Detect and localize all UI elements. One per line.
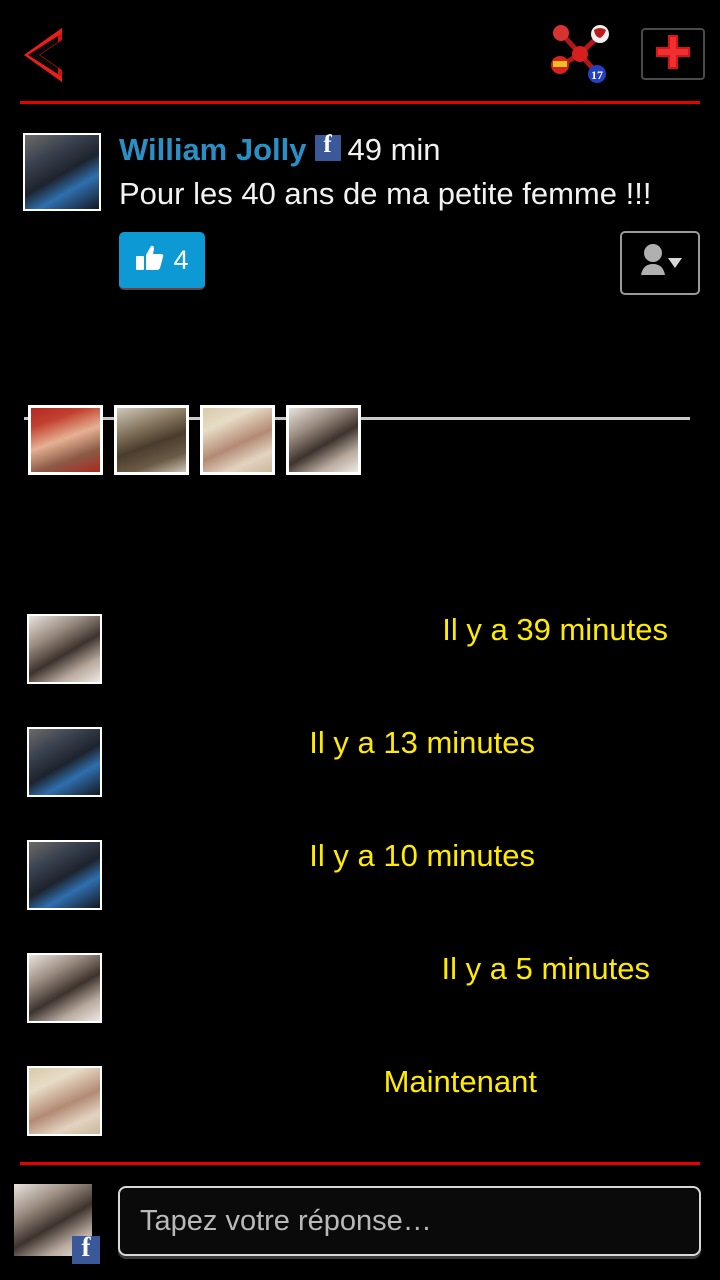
- message-row[interactable]: Maintenant: [0, 1056, 720, 1169]
- message-timestamp: Il y a 39 minutes: [442, 612, 668, 647]
- message-timestamp: Il y a 10 minutes: [309, 838, 535, 873]
- message-avatar[interactable]: [27, 953, 102, 1023]
- message-avatar-image: [29, 955, 100, 1021]
- message-avatar-image: [29, 842, 100, 908]
- back-button[interactable]: [14, 20, 84, 90]
- message-row[interactable]: Il y a 39 minutes: [0, 604, 720, 717]
- message-avatar-image: [29, 729, 100, 795]
- participant-thumb[interactable]: [114, 405, 189, 475]
- share-network-icon[interactable]: 17: [548, 22, 612, 84]
- message-timestamp: Il y a 13 minutes: [309, 725, 535, 760]
- post-author-avatar[interactable]: [23, 133, 101, 211]
- composer-bar: [0, 1162, 720, 1280]
- participants-button[interactable]: [620, 231, 700, 295]
- like-button[interactable]: 4: [119, 232, 205, 290]
- plus-icon: [643, 30, 703, 74]
- message-avatar[interactable]: [27, 840, 102, 910]
- svg-text:17: 17: [591, 68, 603, 82]
- message-timestamp: Maintenant: [383, 1064, 537, 1099]
- message-row[interactable]: Il y a 10 minutes: [0, 830, 720, 943]
- like-count: 4: [173, 244, 189, 275]
- participant-thumb[interactable]: [286, 405, 361, 475]
- avatar-motorcycle-image: [25, 135, 99, 209]
- facebook-icon: [314, 132, 341, 161]
- conversation-screen: 17 William Jolly 49 min Pour les 40 ans d…: [0, 0, 720, 1280]
- message-row[interactable]: Il y a 13 minutes: [0, 717, 720, 830]
- message-avatar-image: [29, 1068, 100, 1134]
- participant-thumbnails: [28, 405, 361, 475]
- person-icon: [636, 241, 684, 286]
- message-row[interactable]: Il y a 5 minutes: [0, 943, 720, 1056]
- add-button[interactable]: [641, 28, 705, 80]
- message-avatar[interactable]: [27, 1066, 102, 1136]
- post-timestamp: 49 min: [347, 132, 441, 167]
- participant-thumb[interactable]: [200, 405, 275, 475]
- message-list: Il y a 39 minutes Il y a 13 minutes Il y a…: [0, 604, 720, 1169]
- participant-thumb[interactable]: [28, 405, 103, 475]
- participant-image: [289, 408, 358, 472]
- chevron-left-icon: [14, 20, 84, 90]
- top-bar: 17: [0, 0, 720, 104]
- reply-input[interactable]: [118, 1186, 701, 1256]
- header-divider: [20, 101, 700, 104]
- message-timestamp: Il y a 5 minutes: [441, 951, 650, 986]
- message-avatar-image: [29, 616, 100, 682]
- post-text: Pour les 40 ans de ma petite femme !!!: [119, 176, 652, 211]
- participant-image: [31, 408, 100, 472]
- message-avatar[interactable]: [27, 614, 102, 684]
- message-avatar[interactable]: [27, 727, 102, 797]
- participant-image: [203, 408, 272, 472]
- post-header: William Jolly 49 min: [119, 132, 441, 167]
- post-author-name[interactable]: William Jolly: [119, 132, 307, 167]
- facebook-icon: [72, 1232, 100, 1264]
- composer-divider: [20, 1162, 700, 1165]
- thumbs-up-icon: [135, 243, 165, 278]
- participant-image: [117, 408, 186, 472]
